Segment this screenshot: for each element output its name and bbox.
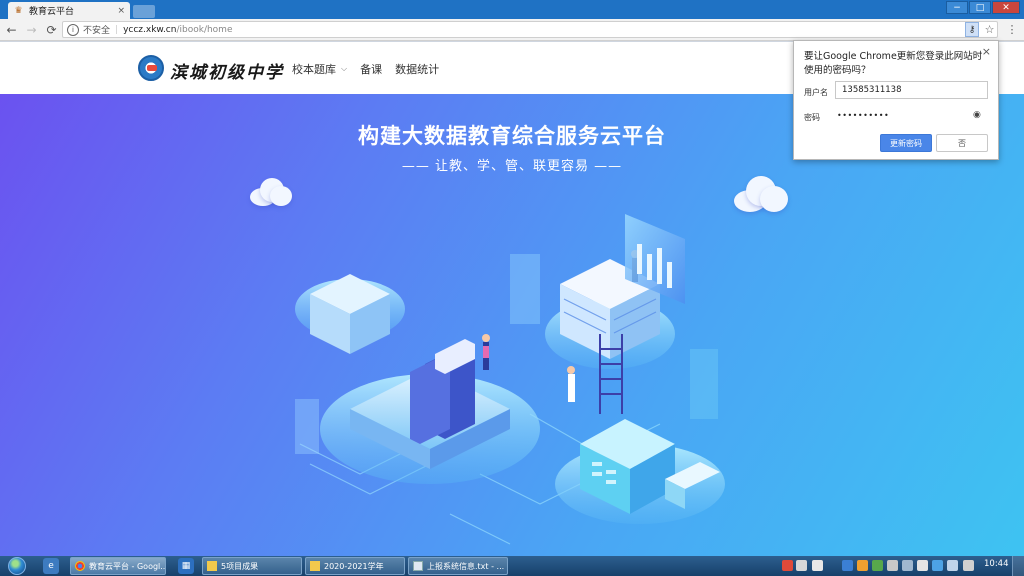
address-host: yccz.xkw.cn [123,24,177,35]
close-icon[interactable]: × [982,45,991,58]
taskbar-label: 2020-2021学年 [324,561,384,571]
new-tab-button[interactable] [133,5,155,18]
taskbar-window-notepad[interactable]: 上报系统信息.txt - ... [408,557,508,575]
reload-button[interactable]: ⟳ [43,21,60,38]
volume-icon[interactable] [947,560,958,571]
browser-toolbar: ← → ⟳ i 不安全 | yccz.xkw.cn /ibook/home [0,19,1024,41]
notepad-icon [413,561,423,571]
dialog-title: 要让Google Chrome更新您登录此网站时使用的密码吗？ [804,51,983,76]
tray-app-icon[interactable] [902,560,913,571]
browser-menu-icon[interactable]: ⋮ [1006,22,1018,37]
tray-app-icon[interactable] [796,560,807,571]
browser-tab-active[interactable]: ♛ 教育云平台 × [8,2,130,19]
window-close-button[interactable]: ✕ [992,1,1020,14]
tray-shield-icon[interactable] [872,560,883,571]
tray-app-icon[interactable] [842,560,853,571]
username-field[interactable]: 13585311138 [835,81,988,99]
tray-app-icon[interactable] [963,560,974,571]
back-button[interactable]: ← [3,21,20,38]
school-logo[interactable] [138,55,164,81]
windows-explorer-quicklaunch-icon[interactable]: ▦ [178,558,194,574]
tray-app-icon[interactable] [887,560,898,571]
info-icon[interactable]: i [67,23,79,36]
forward-button[interactable]: → [23,21,40,38]
isometric-illustration [295,214,725,545]
site-favicon-icon: ♛ [14,5,23,16]
bookmark-star-icon[interactable]: ☆ [983,22,996,37]
folder-icon [207,561,217,571]
username-label: 用户名 [804,88,828,97]
taskbar-label: 5项目成果 [221,561,259,571]
cloud-right-icon [730,174,792,214]
password-field[interactable]: •••••••••• [837,111,889,120]
nav-item-statistics[interactable]: 数据统计 [395,61,439,77]
folder-icon [310,561,320,571]
chevron-down-icon: ⌵ [341,64,348,73]
taskbar-window-chrome[interactable]: 教育云平台 - Googl... [70,557,166,575]
nav-item-label: 校本题库 [292,63,336,76]
tray-app-icon[interactable] [857,560,868,571]
taskbar-label: 上报系统信息.txt - ... [427,561,505,571]
show-password-eye-icon[interactable]: ◉ [973,110,981,120]
taskbar-clock[interactable]: 10:44 [984,559,1009,569]
address-bar[interactable]: i 不安全 | yccz.xkw.cn /ibook/home [62,21,998,38]
window-minimize-button[interactable]: − [946,1,968,14]
show-desktop-button[interactable] [1012,556,1024,576]
nav-item-label: 备课 [360,63,383,76]
windows-start-icon [8,557,26,575]
ie-quicklaunch-icon[interactable]: e [43,558,59,574]
tab-title: 教育云平台 [29,7,75,17]
address-path: /ibook/home [176,24,233,35]
security-label: 不安全 [83,26,111,36]
chrome-icon [75,561,85,571]
key-icon[interactable]: ⚷ [965,22,979,37]
nav-item-question-bank[interactable]: 校本题库 ⌵ [292,61,347,77]
taskbar-window-folder-results[interactable]: 5项目成果 [202,557,302,575]
window-maximize-button[interactable]: □ [969,1,991,14]
start-button[interactable] [2,556,30,576]
school-name[interactable]: 滨城初级中学 [170,58,284,83]
tray-app-icon[interactable] [917,560,928,571]
tab-close-icon[interactable]: × [117,6,125,16]
update-password-button[interactable]: 更新密码 [880,134,932,152]
hero-banner: 构建大数据教育综合服务云平台 —— 让教、学、管、联更容易 —— [0,94,1024,556]
nav-item-label: 数据统计 [395,63,440,76]
site-nav: 校本题库 ⌵ 备课 数据统计 [292,61,452,77]
tray-app-icon[interactable] [812,560,823,571]
taskbar-window-folder-year[interactable]: 2020-2021学年 [305,557,405,575]
address-separator: | [115,24,119,35]
nav-item-lesson-prep[interactable]: 备课 [360,61,382,77]
taskbar-label: 教育云平台 - Googl... [89,561,166,571]
no-button[interactable]: 否 [936,134,988,152]
network-icon[interactable] [932,560,943,571]
password-label: 密码 [804,113,820,122]
cloud-left-icon [246,176,294,208]
tray-app-icon[interactable] [782,560,793,571]
